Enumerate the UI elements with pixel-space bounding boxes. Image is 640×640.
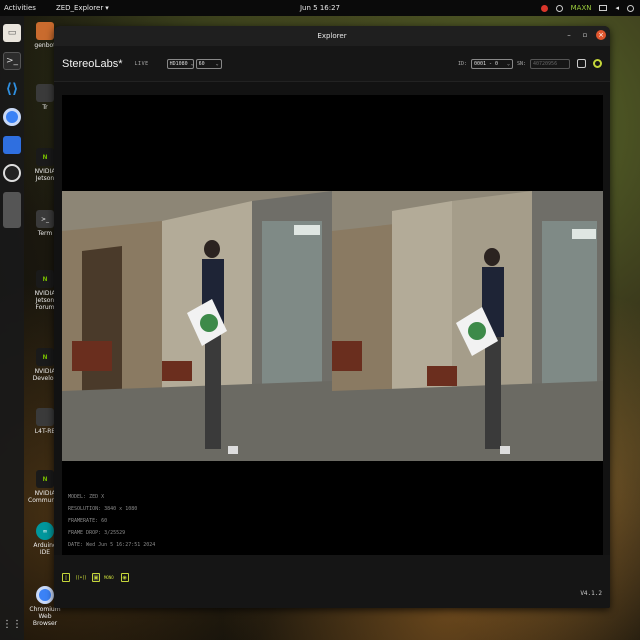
chevron-down-icon: ▾ xyxy=(105,4,109,12)
dock: ▭ >_ ⟨⟩ ⋮⋮ xyxy=(0,16,24,640)
system-tray[interactable]: MAXN ◂ xyxy=(540,4,634,12)
window-titlebar[interactable]: Explorer – ▫ × xyxy=(54,26,610,46)
files-icon[interactable]: ▭ xyxy=(3,24,21,42)
mono-view-icon[interactable]: ▣ xyxy=(92,573,100,582)
obs-icon[interactable] xyxy=(3,164,21,182)
mono-label[interactable]: MONO xyxy=(104,575,114,580)
fps-select[interactable]: 60 ⌄ xyxy=(195,58,222,69)
brand-logo: StereoLabs* xyxy=(62,57,123,70)
framerate-text: FRAMERATE: 60 xyxy=(68,518,108,524)
frame-drop-text: FRAME DROP: 3/25529 xyxy=(68,530,126,536)
nvidia-icon: N xyxy=(36,148,54,166)
show-apps-icon[interactable]: ⋮⋮ xyxy=(2,619,22,630)
chevron-down-icon: ⌄ xyxy=(506,60,510,67)
chromium-icon[interactable] xyxy=(3,108,21,126)
top-bar: Activities ZED_Explorer ▾ Jun 5 16:27 MA… xyxy=(0,0,640,16)
app-icon[interactable] xyxy=(3,136,21,154)
live-label: LIVE xyxy=(134,60,149,67)
terminal-icon: >_ xyxy=(36,210,54,228)
document-icon xyxy=(36,408,54,426)
stereo-video-feed xyxy=(62,191,603,461)
arduino-icon: ∞ xyxy=(36,522,54,540)
date-text: DATE: Wed Jun 5 16:27:51 2024 xyxy=(68,542,156,548)
camera-id-label: ID: xyxy=(457,60,467,67)
power-icon[interactable] xyxy=(627,4,634,12)
record-icon[interactable] xyxy=(577,59,586,68)
toolbar: StereoLabs* LIVE HD1080 ⌄ 60 ⌄ ID: 0001 … xyxy=(54,46,610,82)
chromium-icon xyxy=(36,586,54,604)
maximize-icon[interactable]: ▫ xyxy=(580,30,590,40)
close-icon[interactable]: × xyxy=(596,30,606,40)
terminal-icon[interactable]: >_ xyxy=(3,52,21,70)
folder-icon xyxy=(36,22,54,40)
power-mode-label[interactable]: MAXN xyxy=(571,4,592,12)
volume-icon[interactable]: ◂ xyxy=(615,4,619,12)
activities-button[interactable]: Activities xyxy=(4,4,36,12)
minimize-icon[interactable]: – xyxy=(564,30,574,40)
model-text: MODEL: ZED X xyxy=(68,494,105,500)
file-icon[interactable]: ▯ xyxy=(62,573,70,582)
nvidia-icon: N xyxy=(36,348,54,366)
app-menu[interactable]: ZED_Explorer ▾ xyxy=(56,4,109,12)
bottom-bar: ▯ ((•)) ▣ MONO ◉ V4.1.2 xyxy=(54,555,610,608)
serial-number-label: SN: xyxy=(516,60,526,67)
camera-icon[interactable]: ◉ xyxy=(120,573,129,582)
camera-info-panel: MODEL: ZED X RESOLUTION: 3840 x 1080 FRA… xyxy=(68,491,155,551)
clock[interactable]: Jun 5 16:27 xyxy=(300,4,340,12)
sync-icon[interactable] xyxy=(555,4,563,12)
vscode-icon[interactable]: ⟨⟩ xyxy=(3,80,21,98)
nvidia-icon: N xyxy=(36,270,54,288)
nvidia-icon: N xyxy=(36,470,54,488)
serial-number-field: 40720956 xyxy=(530,58,570,69)
recording-indicator-icon[interactable] xyxy=(540,4,548,12)
gear-icon[interactable] xyxy=(593,59,602,68)
camera-viewer[interactable]: MODEL: ZED X RESOLUTION: 3840 x 1080 FRA… xyxy=(62,95,603,555)
version-label: V4.1.2 xyxy=(580,590,602,597)
active-window-icon[interactable] xyxy=(3,192,21,228)
trash-icon xyxy=(36,84,54,102)
chevron-down-icon: ⌄ xyxy=(215,60,219,67)
network-icon[interactable] xyxy=(599,5,608,11)
broadcast-icon[interactable]: ((•)) xyxy=(76,573,87,582)
app-menu-label: ZED_Explorer xyxy=(55,4,104,12)
chevron-down-icon: ⌄ xyxy=(190,60,194,67)
camera-id-select[interactable]: 0001 - 0 ⌄ xyxy=(470,58,513,69)
left-camera-image xyxy=(62,191,332,461)
window-title: Explorer xyxy=(317,32,347,40)
explorer-window: Explorer – ▫ × StereoLabs* LIVE HD1080 ⌄… xyxy=(54,26,610,608)
right-camera-image xyxy=(332,191,603,461)
resolution-text: RESOLUTION: 3840 x 1080 xyxy=(68,506,138,512)
resolution-select[interactable]: HD1080 ⌄ xyxy=(166,58,194,69)
